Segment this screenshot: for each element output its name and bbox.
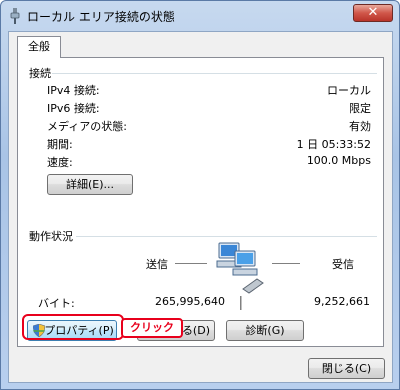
bytes-received-value: 9,252,661 [314,295,370,308]
received-label: 受信 [332,258,354,271]
bytes-sent-value: 265,995,640 [155,295,225,308]
status-window: ローカル エリア接続の状態 ✕ 全般 接続 IPv4 接続: ローカル IPv6… [0,0,400,390]
details-button[interactable]: 詳細(E)... [47,174,133,195]
sent-line [175,263,207,264]
connection-heading: 接続 [29,67,51,80]
activity-heading: 動作状況 [29,230,73,243]
duration-label: 期間: [47,138,73,151]
media-state-label: メディアの状態: [47,120,127,133]
close-button[interactable]: 閉じる(C) [308,358,385,379]
ipv4-label: IPv4 接続: [47,84,100,97]
close-window-button[interactable]: ✕ [353,4,393,22]
tab-general[interactable]: 全般 [17,36,61,58]
duration-value: 1 日 05:33:52 [296,138,371,151]
received-line [272,263,300,264]
ipv6-label: IPv6 接続: [47,102,100,115]
bytes-label: バイト: [38,297,75,310]
sent-label: 送信 [146,258,168,271]
click-callout: クリック [121,318,183,338]
ipv4-value: ローカル [327,84,371,97]
connection-divider [52,73,377,74]
window-title: ローカル エリア接続の状態 [27,10,175,24]
activity-divider [76,236,377,237]
diagnose-button[interactable]: 診断(G) [226,320,304,341]
title-bar[interactable]: ローカル エリア接続の状態 ✕ [1,1,399,31]
media-state-value: 有効 [349,120,371,133]
properties-highlight-ring [22,314,124,340]
ipv6-value: 限定 [349,102,371,115]
speed-value: 100.0 Mbps [306,154,371,167]
general-panel: 接続 IPv4 接続: ローカル IPv6 接続: 限定 メディアの状態: 有効… [17,57,384,347]
speed-label: 速度: [47,156,73,169]
network-plug-icon [10,8,20,24]
